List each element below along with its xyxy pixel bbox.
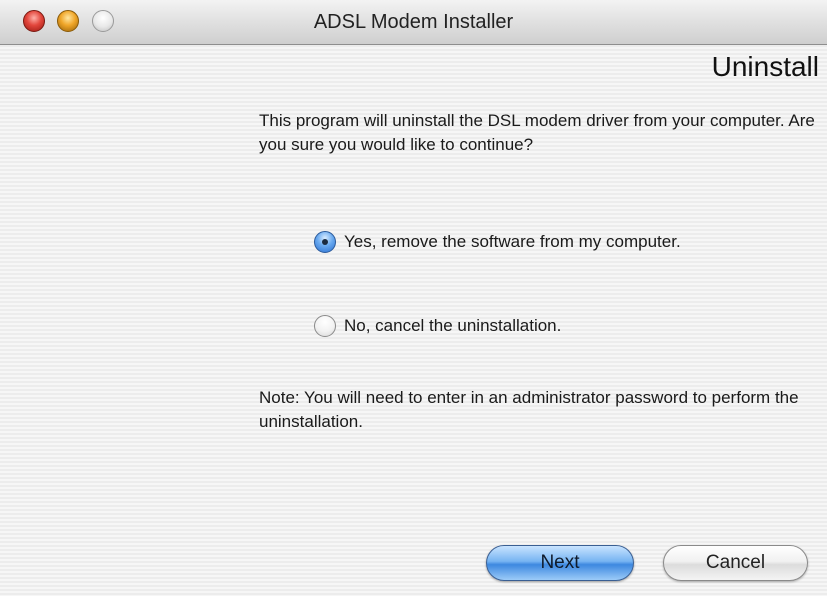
- note-text: Note: You will need to enter in an admin…: [259, 388, 799, 431]
- option-no-cancel[interactable]: No, cancel the uninstallation.: [314, 313, 561, 339]
- option-yes-remove[interactable]: Yes, remove the software from my compute…: [314, 229, 681, 255]
- radio-selected-icon[interactable]: [314, 231, 336, 253]
- option-no-label[interactable]: No, cancel the uninstallation.: [344, 316, 561, 336]
- description-text: This program will uninstall the DSL mode…: [259, 111, 815, 154]
- content-pane: Uninstall This program will uninstall th…: [0, 45, 827, 596]
- page-heading: Uninstall: [711, 51, 819, 82]
- next-button[interactable]: Next: [486, 545, 634, 581]
- window-title: ADSL Modem Installer: [313, 11, 514, 33]
- title-bar[interactable]: ADSL Modem Installer: [0, 0, 827, 45]
- radio-unselected-icon[interactable]: [314, 315, 336, 337]
- option-yes-label[interactable]: Yes, remove the software from my compute…: [344, 232, 681, 252]
- installer-window: ADSL Modem Installer Uninstall This prog…: [0, 0, 827, 596]
- cancel-button[interactable]: Cancel: [663, 545, 808, 581]
